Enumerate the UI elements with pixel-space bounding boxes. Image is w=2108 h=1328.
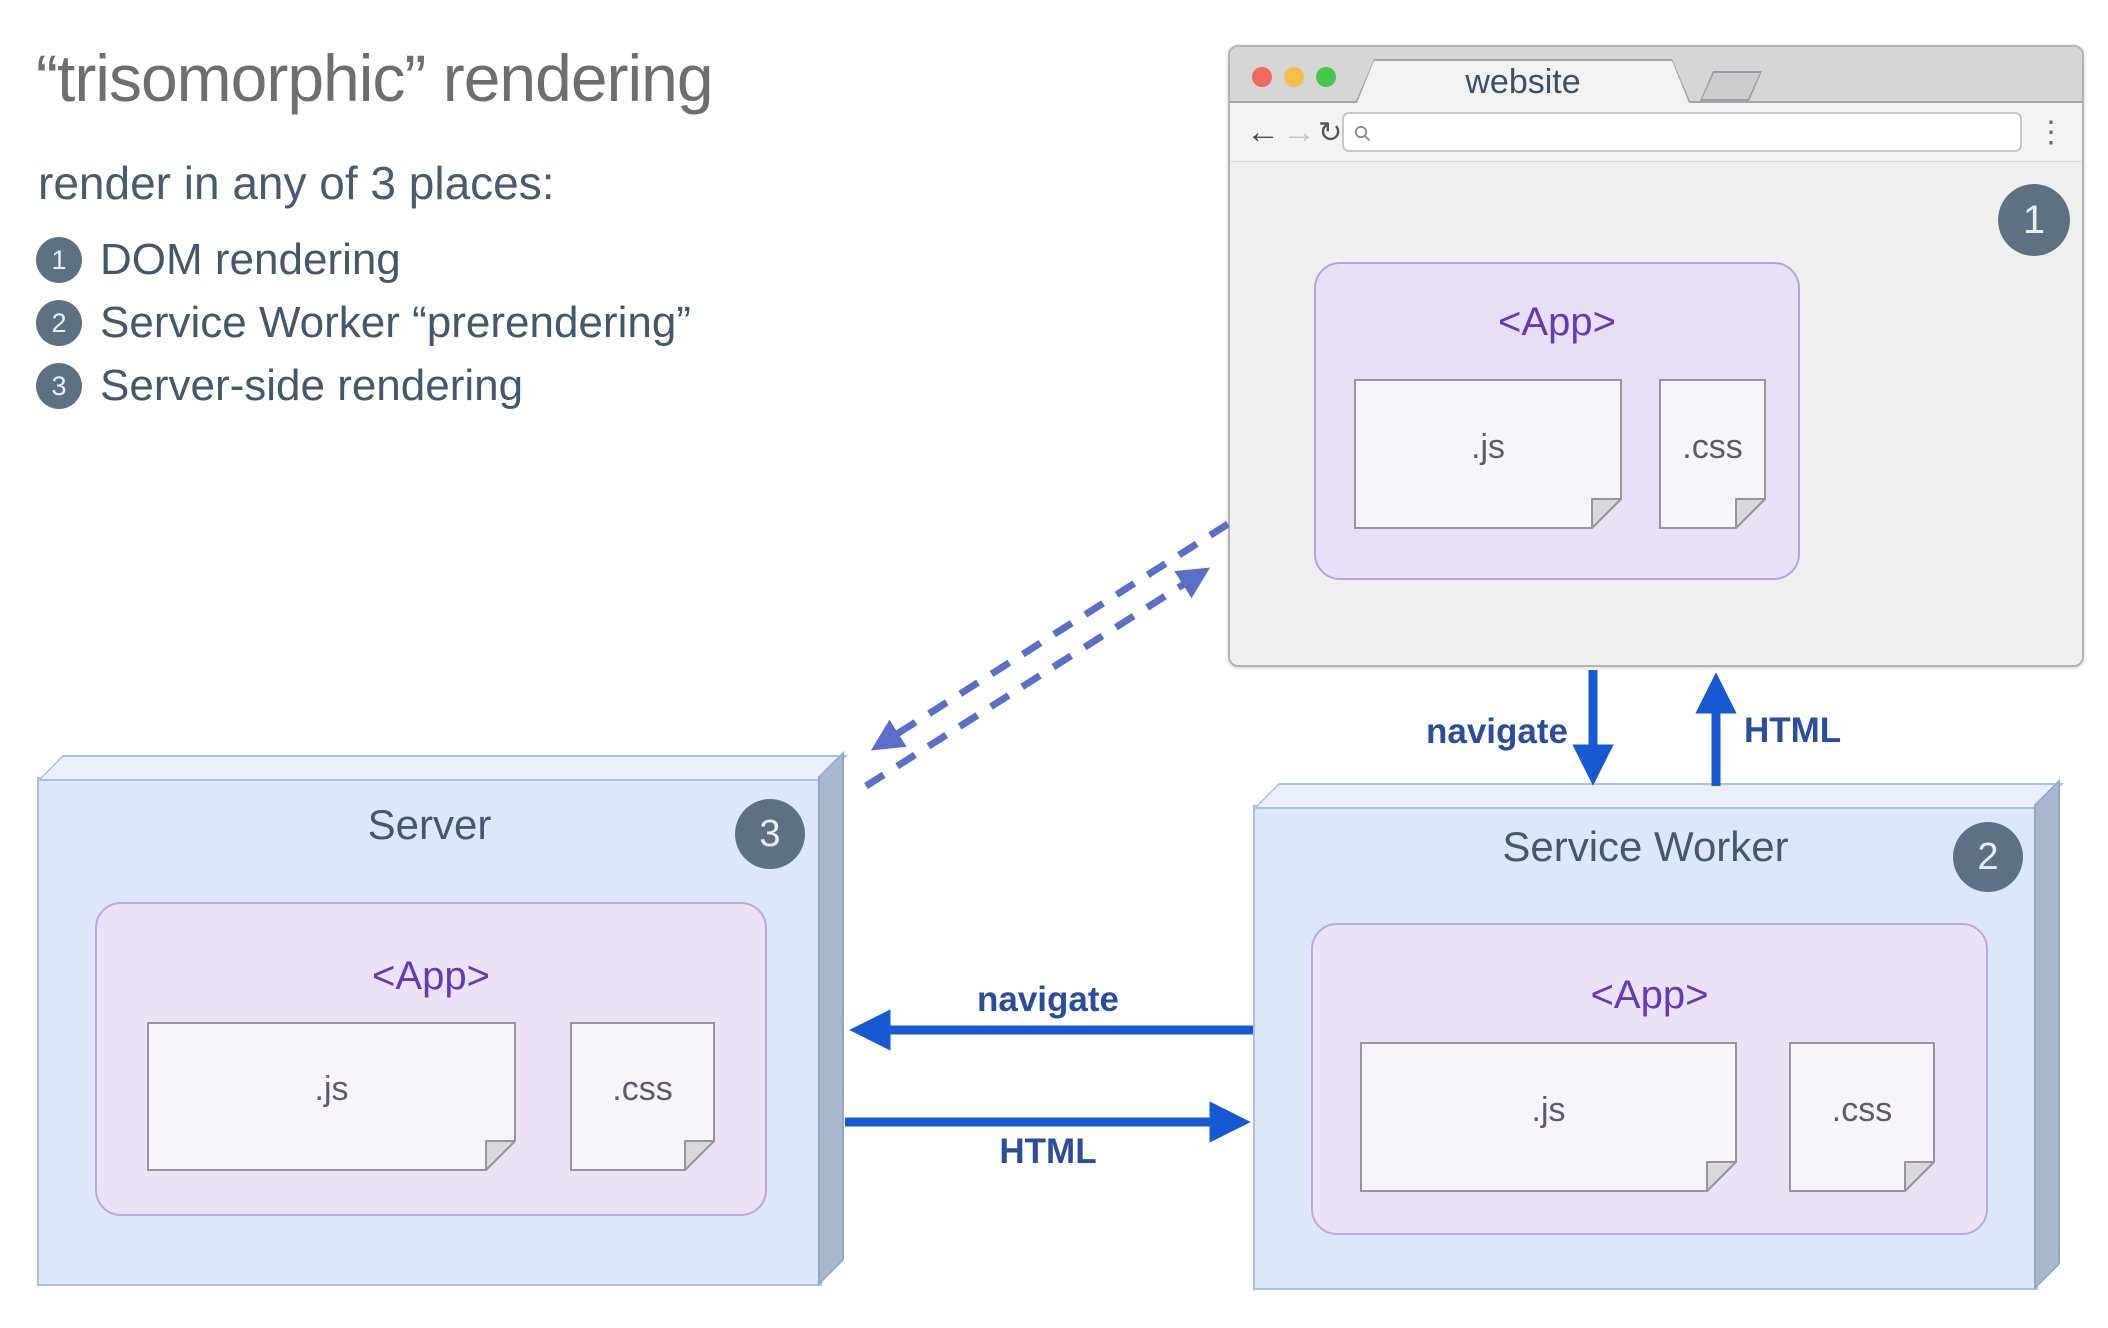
search-icon <box>1353 124 1373 149</box>
app-component-label: <App> <box>1498 300 1616 344</box>
css-file-label: .css <box>612 1070 673 1108</box>
list-item: 2 Service Worker “prerendering” <box>36 297 691 349</box>
new-tab-button[interactable] <box>1700 71 1762 101</box>
dashed-arrow-to-browser <box>864 567 1211 789</box>
tab-title: website <box>1465 62 1581 101</box>
css-file-label: .css <box>1682 427 1743 466</box>
list-item-label: DOM rendering <box>100 235 401 284</box>
service-worker-app-box: <App> .js .css <box>1311 923 1988 1235</box>
render-places-list: 1 DOM rendering 2 Service Worker “preren… <box>36 234 691 412</box>
list-item: 1 DOM rendering <box>36 234 691 286</box>
number-badge-1: 1 <box>36 237 82 283</box>
server-box: Server 3 <App> .js .css <box>37 777 822 1286</box>
server-app-box: <App> .js .css <box>95 902 767 1216</box>
menu-icon[interactable]: ⋮ <box>2036 103 2066 161</box>
browser-tab[interactable]: website <box>1355 59 1691 103</box>
step-badge-service-worker: 2 <box>1953 822 2023 892</box>
js-file-label: .js <box>314 1070 349 1108</box>
browser-title-bar: website <box>1230 47 2082 103</box>
back-icon[interactable]: ← <box>1246 103 1280 161</box>
js-file-icon: .js <box>147 1022 516 1171</box>
css-file-icon: .css <box>1789 1042 1935 1192</box>
css-file-label: .css <box>1831 1090 1893 1129</box>
diagram-canvas: “trisomorphic” rendering render in any o… <box>0 0 2108 1328</box>
number-badge-2: 2 <box>36 300 82 346</box>
browser-toolbar: ← → ↻ ⋮ <box>1230 103 2082 162</box>
app-component-label: <App> <box>1590 973 1709 1017</box>
forward-icon[interactable]: → <box>1282 103 1316 161</box>
service-worker-box: Service Worker 2 <App> .js .css <box>1253 805 2038 1290</box>
maximize-window-icon[interactable] <box>1316 67 1336 87</box>
list-item-label: Server-side rendering <box>100 361 524 410</box>
service-worker-title: Service Worker <box>1502 823 1789 870</box>
js-file-label: .js <box>1531 1090 1566 1129</box>
html-up-label: HTML <box>1744 711 1842 750</box>
diagram-subtitle: render in any of 3 places: <box>38 157 555 209</box>
css-file-icon: .css <box>570 1022 715 1171</box>
server-title: Server <box>367 801 492 848</box>
diagram-title: “trisomorphic” rendering <box>36 41 714 115</box>
navigate-down-label: navigate <box>1426 712 1568 751</box>
app-component-label: <App> <box>372 954 490 998</box>
css-file-icon: .css <box>1659 379 1766 529</box>
html-right-label: HTML <box>999 1132 1097 1171</box>
js-file-icon: .js <box>1354 379 1622 529</box>
js-file-icon: .js <box>1360 1042 1737 1192</box>
close-window-icon[interactable] <box>1252 67 1272 87</box>
step-badge-server: 3 <box>735 799 805 869</box>
address-bar[interactable] <box>1342 112 2022 152</box>
dashed-arrow-to-server <box>870 521 1230 751</box>
list-item: 3 Server-side rendering <box>36 360 691 412</box>
js-file-label: .js <box>1471 427 1505 466</box>
list-item-label: Service Worker “prerendering” <box>100 298 691 347</box>
reload-icon[interactable]: ↻ <box>1318 103 1342 161</box>
step-badge-browser: 1 <box>1998 184 2070 256</box>
browser-app-box: <App> .js .css <box>1314 262 1800 580</box>
browser-window: website ← → ↻ ⋮ 1 <App> .js .css <box>1228 45 2084 667</box>
navigate-left-label: navigate <box>977 980 1119 1019</box>
new-tab-button-face <box>1702 73 1760 99</box>
browser-tab-face: website <box>1357 61 1689 103</box>
minimize-window-icon[interactable] <box>1284 67 1304 87</box>
number-badge-3: 3 <box>36 363 82 409</box>
